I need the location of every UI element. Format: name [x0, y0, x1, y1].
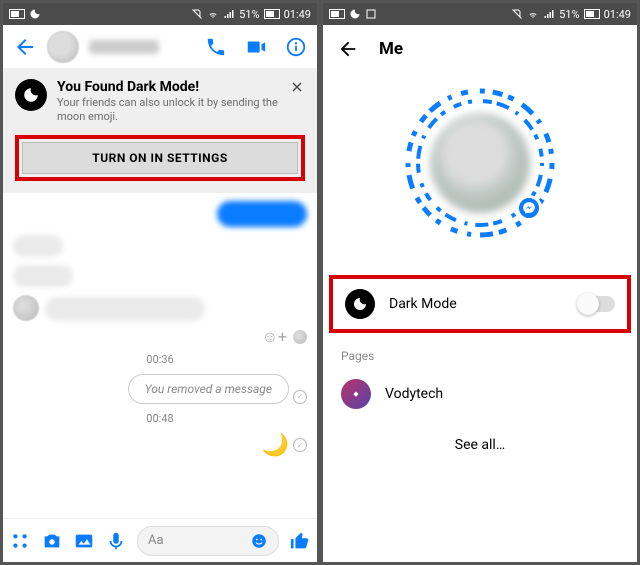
moon-badge-icon: [15, 79, 47, 111]
sender-avatar[interactable]: [13, 295, 39, 321]
clock: 01:49: [284, 8, 311, 21]
signal-icon: [543, 8, 555, 20]
battery-icon: [264, 9, 280, 19]
status-bar: 51% 01:49: [3, 3, 317, 25]
page-avatar: ◆: [341, 379, 371, 409]
video-icon[interactable]: [245, 36, 267, 58]
sent-check-icon: ✓: [293, 438, 307, 452]
moon-emoji-message: 🌙: [262, 433, 289, 458]
close-icon[interactable]: [289, 79, 305, 95]
contact-name[interactable]: [89, 40, 159, 54]
mic-icon[interactable]: [105, 530, 127, 552]
wifi-icon: [527, 8, 539, 20]
page-name: Vodytech: [385, 386, 443, 402]
see-all-link[interactable]: See all…: [323, 419, 637, 471]
apps-icon[interactable]: [9, 530, 31, 552]
gallery-icon[interactable]: [73, 530, 95, 552]
moon-status-icon: [29, 8, 41, 20]
moon-icon: [345, 289, 375, 319]
banner-title: You Found Dark Mode!: [57, 79, 279, 95]
profile-picture: [430, 113, 530, 213]
turn-on-settings-button[interactable]: TURN ON IN SETTINGS: [22, 142, 298, 174]
battery-icon-small: [329, 9, 345, 19]
page-item[interactable]: ◆ Vodytech: [323, 369, 637, 419]
no-sim-icon: [191, 8, 203, 20]
seen-indicator: [293, 330, 307, 344]
highlight-box: Dark Mode: [329, 275, 631, 333]
dark-mode-label: Dark Mode: [389, 296, 457, 312]
wifi-icon: [207, 8, 219, 20]
banner-subtitle: Your friends can also unlock it by sendi…: [57, 96, 279, 125]
compose-input[interactable]: Aa: [137, 526, 279, 556]
screenshot-icon: [365, 8, 377, 20]
status-bar: 51% 01:49: [323, 3, 637, 25]
back-icon[interactable]: [13, 35, 37, 59]
contact-avatar[interactable]: [47, 31, 79, 63]
pages-section-label: Pages: [323, 343, 637, 369]
page-title: Me: [379, 39, 403, 59]
highlight-box: TURN ON IN SETTINGS: [15, 135, 305, 181]
chat-body[interactable]: ☺+ 00:36 You removed a message ✓ 00:48 🌙…: [3, 193, 317, 518]
messenger-badge-icon: [516, 195, 542, 221]
no-sim-icon: [511, 8, 523, 20]
compose-placeholder: Aa: [148, 533, 164, 548]
back-icon[interactable]: [337, 38, 359, 60]
camera-icon[interactable]: [41, 530, 63, 552]
moon-status-icon: [349, 8, 361, 20]
phone-settings: 51% 01:49 Me Dark Mode Pages: [323, 3, 637, 562]
battery-icon-small: [9, 9, 25, 19]
phone-chat: 51% 01:49 You Found Dark Mode! Your frie…: [3, 3, 317, 562]
battery-pct: 51%: [559, 8, 579, 21]
settings-header: Me: [323, 25, 637, 73]
battery-pct: 51%: [239, 8, 259, 21]
chat-header: [3, 25, 317, 69]
dark-mode-toggle[interactable]: [579, 296, 615, 312]
sticker-icon[interactable]: ☺+: [262, 327, 287, 347]
like-icon[interactable]: [289, 530, 311, 552]
dark-mode-row[interactable]: Dark Mode: [333, 279, 627, 329]
removed-message: You removed a message: [128, 374, 289, 404]
composer: Aa: [3, 518, 317, 562]
timestamp: 00:48: [13, 412, 307, 425]
call-icon[interactable]: [205, 36, 227, 58]
info-icon[interactable]: [285, 36, 307, 58]
timestamp: 00:36: [13, 353, 307, 366]
sent-check-icon: ✓: [293, 390, 307, 404]
emoji-icon[interactable]: [250, 532, 268, 550]
clock: 01:49: [604, 8, 631, 21]
dark-mode-banner: You Found Dark Mode! Your friends can al…: [3, 69, 317, 193]
signal-icon: [223, 8, 235, 20]
profile-code[interactable]: [323, 73, 637, 273]
battery-icon: [584, 9, 600, 19]
